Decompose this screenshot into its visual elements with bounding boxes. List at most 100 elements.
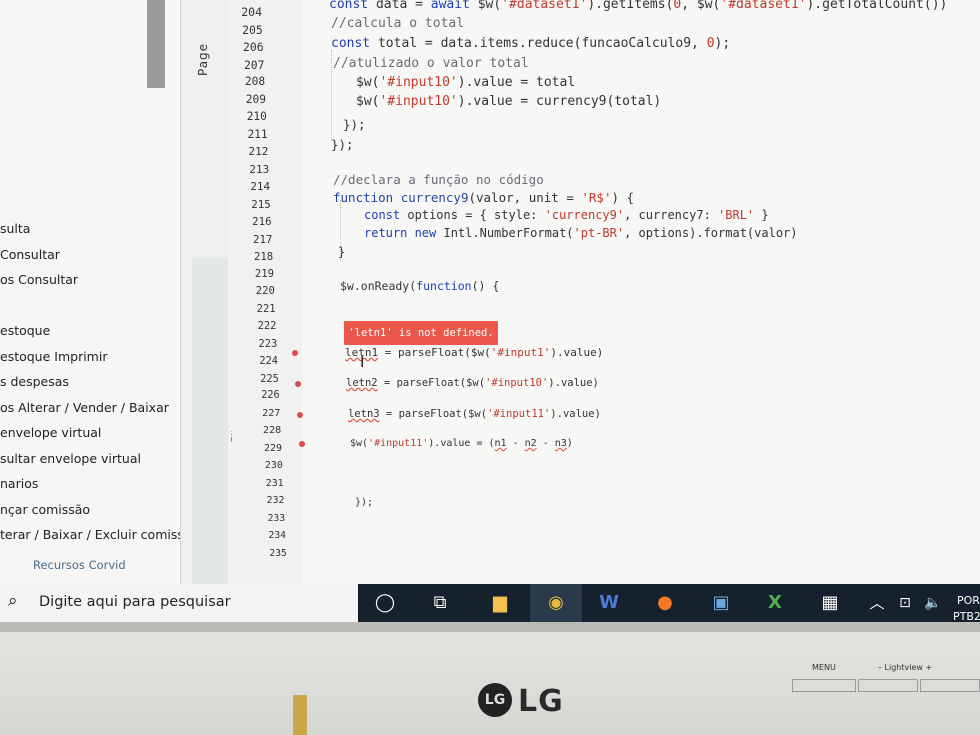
line-number: 221 (256, 302, 276, 315)
code-line-223[interactable]: letn1 = parseFloat($w('#input1').value) (345, 346, 603, 359)
line-number: 218 (253, 250, 274, 263)
resources-link[interactable]: Recursos Corvid (33, 558, 126, 572)
line-number: 213 (249, 162, 270, 176)
search-icon: ⌕ (8, 591, 18, 611)
input-layout-indicator[interactable]: PTB2 (953, 610, 980, 622)
screen: sulta Consultar os Consultar estoque est… (0, 0, 980, 622)
menu-item[interactable]: s despesas (0, 369, 205, 395)
file-explorer-icon[interactable]: ▆ (485, 590, 515, 616)
line-number: 205 (242, 22, 263, 37)
line-number: 212 (248, 145, 269, 158)
line-number: 234 (268, 530, 287, 541)
error-marker-icon[interactable] (295, 381, 301, 387)
menu-item[interactable]: os Alterar / Vender / Baixar (0, 395, 205, 421)
input-language-indicator[interactable]: POR (957, 594, 980, 607)
menu-item[interactable]: sulta (0, 216, 205, 242)
cable (293, 695, 307, 735)
line-number: 235 (269, 547, 287, 559)
tab-strip-lower (192, 258, 228, 584)
side-menu: sulta Consultar os Consultar estoque est… (0, 216, 205, 548)
monitor-minus-button[interactable] (858, 679, 918, 692)
cortana-icon[interactable]: ◯ (370, 590, 400, 616)
menu-item[interactable]: estoque Imprimir (0, 344, 205, 370)
chrome-icon[interactable]: ◉ (541, 590, 571, 616)
line-number: 210 (246, 110, 267, 123)
line-number: 233 (267, 512, 286, 524)
speaker-icon[interactable]: 🔈 (918, 590, 948, 616)
error-tooltip: 'letn1' is not defined. (344, 321, 498, 345)
code-line-225[interactable]: letn2 = parseFloat($w('#input10').value) (346, 377, 599, 389)
line-number: 217 (253, 232, 273, 246)
network-status-icon[interactable]: ⊡ (890, 590, 920, 616)
code-line-205[interactable]: //calcula o total (331, 16, 464, 31)
line-number: 225 (260, 372, 279, 385)
line-number: 215 (251, 197, 271, 211)
line-number: 229 (263, 442, 282, 454)
word-icon[interactable]: W (594, 590, 624, 616)
menu-item[interactable]: envelope virtual (0, 420, 205, 446)
code-line-219[interactable]: $w.onReady(function() { (340, 279, 499, 293)
code-line-208[interactable]: $w('#input10').value = total (356, 75, 575, 90)
line-number: 220 (255, 285, 275, 297)
line-number: 232 (266, 495, 285, 506)
line-number: 227 (262, 407, 281, 419)
text-cursor-icon: I (360, 353, 365, 371)
code-line-207[interactable]: //atulizado o valor total (333, 56, 529, 71)
code-line-204[interactable]: const data = await $w('#dataset1').getIt… (329, 0, 947, 12)
monitor-menu-label: MENU (812, 663, 836, 672)
code-line-211[interactable]: }); (331, 137, 354, 152)
code-line-233[interactable]: }); (355, 497, 373, 508)
line-number: 222 (257, 320, 277, 332)
menu-item[interactable]: sultar envelope virtual (0, 446, 205, 472)
code-line-217[interactable]: } (338, 245, 345, 259)
error-marker-icon[interactable] (297, 412, 303, 418)
menu-item[interactable]: os Consultar (0, 267, 205, 293)
code-line-229[interactable]: $w('#input11').value = (n1 - n2 - n3) (350, 438, 573, 449)
network-app-icon[interactable]: ▣ (706, 590, 736, 616)
code-line-216[interactable]: return new Intl.NumberFormat('pt-BR', op… (364, 226, 798, 240)
line-number: 211 (247, 127, 268, 141)
line-number: 226 (261, 390, 280, 401)
monitor-menu-button[interactable] (792, 679, 856, 692)
code-line-214[interactable]: function currency9(valor, unit = 'R$') { (333, 190, 634, 205)
code-line-215[interactable]: const options = { style: 'currency9', cu… (364, 208, 769, 222)
side-panel-scrollbar-thumb[interactable] (147, 0, 165, 88)
monitor-brand: LG (518, 684, 564, 719)
line-number: 208 (244, 75, 266, 88)
tab-page[interactable]: Page (196, 43, 210, 76)
chevron-up-icon[interactable]: ︿ (862, 590, 892, 616)
line-number: 219 (254, 267, 274, 280)
code-line-206[interactable]: const total = data.items.reduce(funcaoCa… (331, 36, 730, 51)
line-number: 230 (264, 460, 283, 471)
line-number: 206 (243, 40, 264, 54)
firefox-icon[interactable]: ● (650, 590, 680, 616)
excel-icon[interactable]: X (760, 590, 790, 616)
menu-item[interactable]: estoque (0, 318, 205, 344)
menu-item[interactable]: nçar comissão (0, 497, 205, 523)
task-view-icon[interactable]: ⧉ (425, 590, 455, 616)
line-number: 228 (263, 425, 282, 436)
line-number: 214 (250, 180, 270, 193)
monitor-bezel-edge (0, 622, 980, 632)
code-line-227[interactable]: letn3 = parseFloat($w('#input11').value) (348, 408, 601, 420)
lg-logo-icon: LG (478, 683, 512, 717)
calculator-icon[interactable]: ▦ (815, 590, 845, 616)
menu-item[interactable]: narios (0, 471, 205, 497)
line-number: 224 (259, 355, 278, 367)
code-line-213[interactable]: //declara a função no código (333, 172, 544, 187)
code-line-209[interactable]: $w('#input10').value = currency9(total) (356, 94, 661, 109)
line-number: 209 (245, 92, 266, 106)
line-number: 216 (252, 215, 272, 228)
error-marker-icon[interactable] (292, 350, 298, 356)
menu-item[interactable]: Consultar (0, 242, 205, 268)
search-placeholder[interactable]: Digite aqui para pesquisar (39, 594, 231, 610)
monitor-lightview-label: – Lightview + (878, 663, 933, 672)
error-marker-icon[interactable] (299, 441, 305, 447)
menu-item[interactable]: terar / Baixar / Excluir comissão (0, 522, 205, 548)
line-number: 204 (241, 5, 262, 19)
monitor-plus-button[interactable] (920, 679, 980, 692)
code-line-210[interactable]: }); (343, 117, 366, 132)
line-number: 207 (243, 57, 265, 72)
line-number: 231 (265, 477, 284, 489)
menu-item[interactable] (0, 293, 205, 319)
